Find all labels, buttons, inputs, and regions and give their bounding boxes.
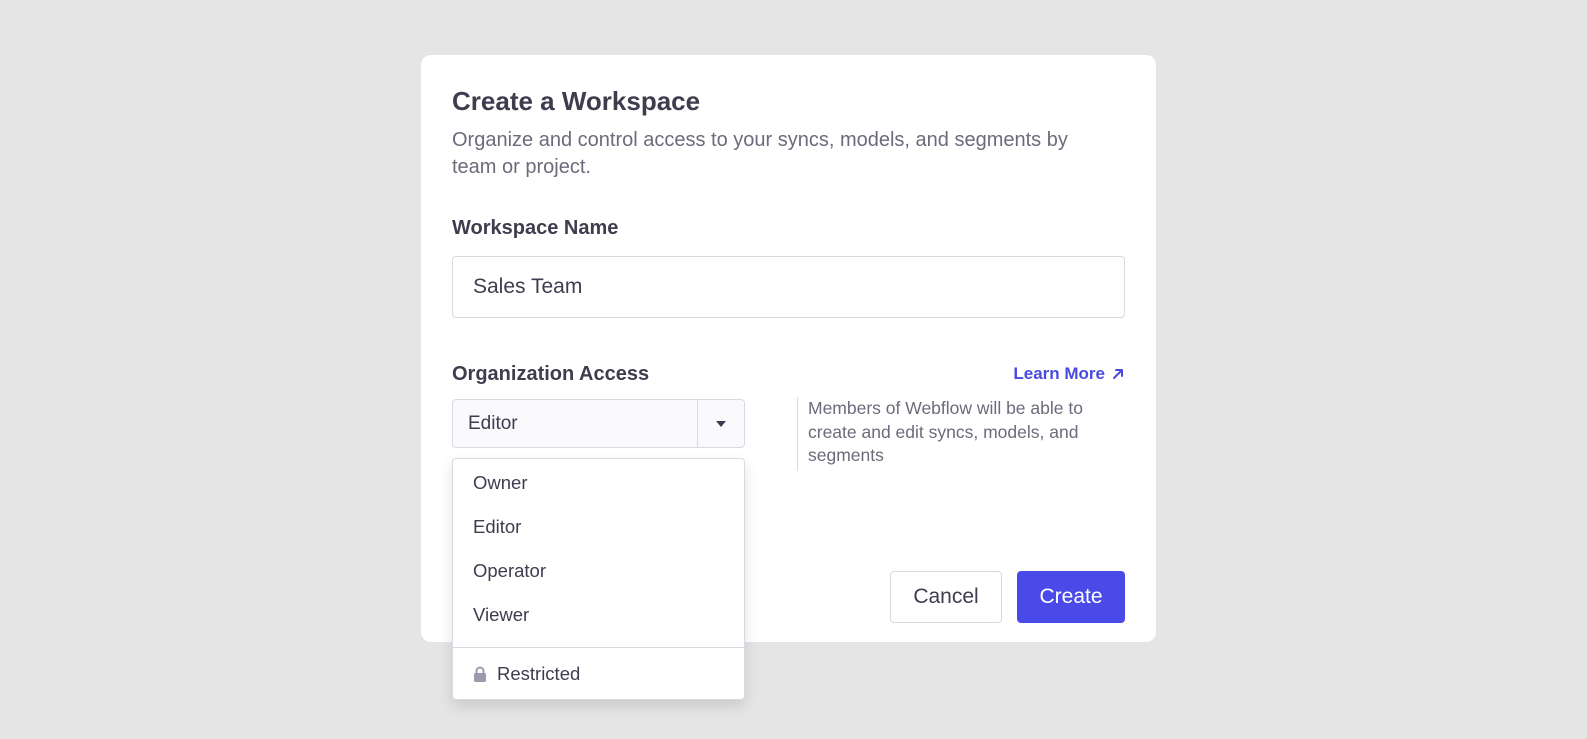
dropdown-option-owner[interactable]: Owner (453, 461, 744, 505)
modal-title: Create a Workspace (452, 86, 701, 116)
restricted-label: Restricted (497, 663, 581, 684)
create-button[interactable]: Create (1017, 571, 1125, 623)
dropdown-option-viewer[interactable]: Viewer (453, 593, 744, 637)
modal-subtitle: Organize and control access to your sync… (452, 129, 1068, 178)
select-value: Editor (468, 412, 518, 434)
access-help-text: Members of Webflow will be able to creat… (797, 397, 1128, 471)
learn-more-label: Learn More (1013, 364, 1105, 383)
learn-more-link[interactable]: Learn More (1013, 364, 1125, 384)
dropdown-option-operator[interactable]: Operator (453, 549, 744, 593)
organization-access-label: Organization Access (452, 363, 650, 385)
access-dropdown-menu: Owner Editor Operator Viewer Restricted (452, 458, 745, 700)
arrow-up-right-icon (1113, 369, 1123, 379)
select-dropdown-button[interactable] (697, 400, 744, 447)
organization-access-select[interactable]: Editor (452, 399, 745, 448)
dropdown-option-restricted[interactable]: Restricted (453, 648, 744, 700)
lock-icon (474, 666, 486, 682)
cancel-button[interactable]: Cancel (890, 571, 1002, 623)
caret-down-icon (716, 420, 726, 427)
workspace-name-input[interactable] (452, 256, 1125, 318)
dropdown-option-editor[interactable]: Editor (453, 505, 744, 549)
workspace-name-label: Workspace Name (452, 217, 619, 239)
